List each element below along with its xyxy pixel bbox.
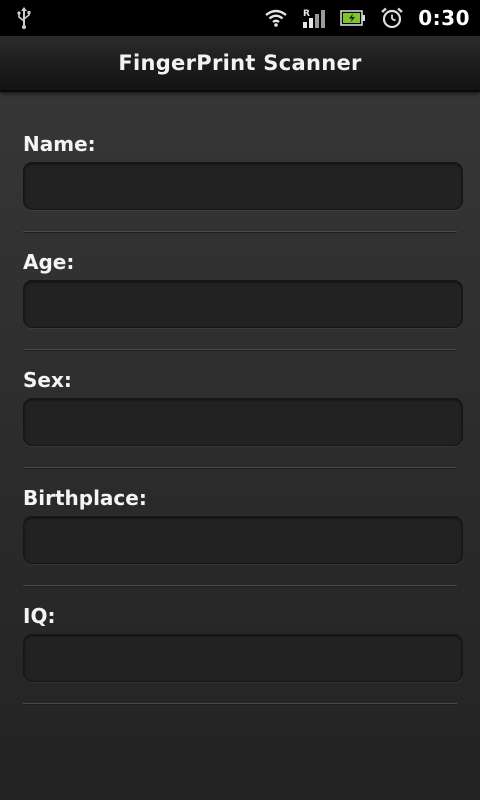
battery-icon [340, 10, 366, 26]
divider [23, 585, 457, 586]
field-sex: Sex: [0, 364, 480, 482]
divider [23, 231, 457, 232]
status-bar: R 0:30 [0, 0, 480, 36]
wifi-icon [264, 8, 288, 28]
birthplace-input[interactable] [23, 516, 463, 564]
age-input[interactable] [23, 280, 463, 328]
svg-text:R: R [303, 9, 310, 19]
field-iq: IQ: [0, 600, 480, 718]
status-right: R 0:30 [264, 6, 470, 30]
sex-input[interactable] [23, 398, 463, 446]
screen: R 0:30 FingerPrint Scanner Name: Age: Se… [0, 0, 480, 800]
iq-label: IQ: [23, 604, 56, 628]
name-label: Name: [23, 132, 96, 156]
signal-icon: R [302, 7, 326, 29]
birthplace-label: Birthplace: [23, 486, 147, 510]
app-title: FingerPrint Scanner [118, 51, 362, 75]
usb-icon [16, 6, 32, 30]
divider [23, 467, 457, 468]
status-time: 0:30 [418, 6, 470, 30]
field-birthplace: Birthplace: [0, 482, 480, 600]
field-name: Name: [0, 128, 480, 246]
field-age: Age: [0, 246, 480, 364]
alarm-icon [380, 7, 404, 29]
name-input[interactable] [23, 162, 463, 210]
sex-label: Sex: [23, 368, 72, 392]
title-bar: FingerPrint Scanner [0, 36, 480, 92]
status-left [16, 6, 32, 30]
form: Name: Age: Sex: Birthplace: IQ: [0, 128, 480, 718]
divider [23, 349, 457, 350]
iq-input[interactable] [23, 634, 463, 682]
divider [23, 703, 457, 704]
age-label: Age: [23, 250, 75, 274]
